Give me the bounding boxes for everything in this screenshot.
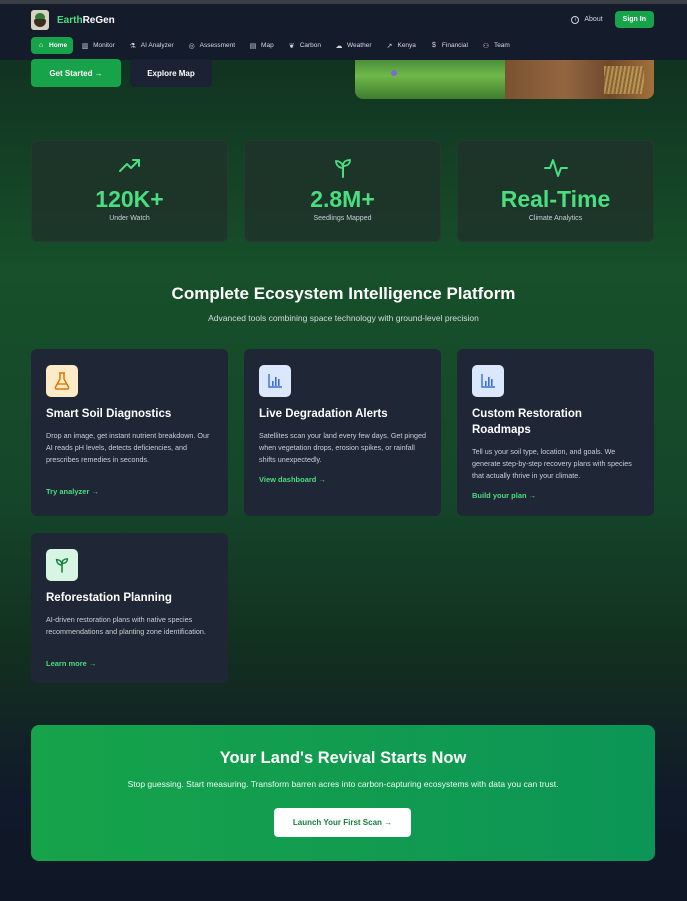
tab-map[interactable]: ▤ Map xyxy=(243,37,280,54)
explore-map-button[interactable]: Explore Map xyxy=(130,59,212,87)
stat-label: Under Watch xyxy=(109,215,150,222)
flask-icon xyxy=(46,365,78,397)
sign-in-button[interactable]: Sign In xyxy=(614,11,654,28)
tab-label: Assessment xyxy=(199,42,236,49)
top-navigation: EarthReGen i About Sign In ⌂ Home ▥ Monito… xyxy=(0,4,687,60)
tab-carbon[interactable]: ❦ Carbon xyxy=(282,37,327,54)
brand-name-part2: ReGen xyxy=(82,14,115,26)
stat-card-climate-analytics: Real-Time Climate Analytics xyxy=(457,140,654,242)
trending-up-icon xyxy=(32,158,227,178)
hero-actions: Get Started → Explore Map xyxy=(31,59,212,87)
tab-kenya[interactable]: ↗ Kenya xyxy=(379,37,421,54)
stat-card-under-watch: 120K+ Under Watch xyxy=(31,140,228,242)
stat-label: Seedlings Mapped xyxy=(313,215,372,222)
feature-card-reforestation: Reforestation Planning AI-driven restora… xyxy=(31,533,228,683)
stat-value: 120K+ xyxy=(95,186,164,212)
hero-image-grass-vs-soil xyxy=(355,60,654,99)
stat-value: Real-Time xyxy=(500,186,611,212)
cloud-icon: ☁ xyxy=(335,42,343,50)
stat-card-seedlings: 2.8M+ Seedlings Mapped xyxy=(244,140,441,242)
tab-label: Carbon xyxy=(299,42,322,49)
cta-subtitle: Stop guessing. Start measuring. Transfor… xyxy=(127,779,559,789)
get-started-button[interactable]: Get Started → xyxy=(31,59,121,87)
brand-name: EarthReGen xyxy=(57,15,115,26)
cta-banner: Your Land's Revival Starts Now Stop gues… xyxy=(31,725,655,861)
feature-card-soil-diagnostics: Smart Soil Diagnostics Drop an image, ge… xyxy=(31,349,228,516)
build-your-plan-link[interactable]: Build your plan → xyxy=(472,491,536,500)
brand-name-part1: Earth xyxy=(57,14,83,26)
tab-label: Monitor xyxy=(93,42,115,49)
bar-chart-icon xyxy=(259,365,291,397)
stat-label: Climate Analytics xyxy=(528,215,583,222)
about-link[interactable]: i About xyxy=(571,15,603,24)
users-icon: ⚇ xyxy=(482,42,490,50)
card-title: Reforestation Planning xyxy=(46,592,172,604)
tab-label: Home xyxy=(49,42,68,49)
sprout-icon xyxy=(46,549,78,581)
feature-card-restoration-roadmaps: Custom Restoration Roadmaps Tell us your… xyxy=(457,349,654,516)
card-title: Custom Restoration Roadmaps xyxy=(472,408,582,436)
tab-home[interactable]: ⌂ Home xyxy=(31,37,74,54)
tab-label: Financial xyxy=(441,42,468,49)
tab-label: Team xyxy=(493,42,510,49)
healthy-grass-image xyxy=(355,60,505,99)
about-label: About xyxy=(584,16,603,23)
tab-label: Kenya xyxy=(397,42,416,49)
tab-label: Map xyxy=(261,42,274,49)
view-dashboard-link[interactable]: View dashboard → xyxy=(259,475,326,484)
learn-more-link[interactable]: Learn more → xyxy=(46,659,96,668)
brand-logo xyxy=(31,10,49,30)
features-subtitle: Advanced tools combining space technolog… xyxy=(208,313,479,323)
card-description: Satellites scan your land every few days… xyxy=(259,431,427,464)
tab-label: Weather xyxy=(347,42,372,49)
tab-label: AI Analyzer xyxy=(140,42,174,49)
map-icon: ▤ xyxy=(249,42,257,50)
features-title: Complete Ecosystem Intelligence Platform xyxy=(171,284,516,303)
tab-monitor[interactable]: ▥ Monitor xyxy=(75,37,121,54)
bar-chart-icon: ▥ xyxy=(81,42,89,50)
trend-icon: ↗ xyxy=(386,42,393,50)
tab-weather[interactable]: ☁ Weather xyxy=(329,37,377,54)
cta-title: Your Land's Revival Starts Now xyxy=(219,749,467,767)
launch-scan-button[interactable]: Launch Your First Scan → xyxy=(274,808,411,837)
card-description: AI-driven restoration plans with native … xyxy=(46,615,206,636)
try-analyzer-link[interactable]: Try analyzer → xyxy=(46,487,99,496)
tab-team[interactable]: ⚇ Team xyxy=(476,37,516,54)
nav-actions: i About Sign In xyxy=(571,11,654,28)
stat-value: 2.8M+ xyxy=(310,186,375,212)
tab-ai-analyzer[interactable]: ⚗ AI Analyzer xyxy=(123,37,180,54)
check-circle-icon: ◎ xyxy=(188,42,195,50)
brand[interactable]: EarthReGen xyxy=(31,10,115,30)
card-title: Live Degradation Alerts xyxy=(259,408,388,420)
tab-financial[interactable]: $ Financial xyxy=(424,37,474,54)
card-description: Tell us your soil type, location, and go… xyxy=(472,447,632,480)
dollar-icon: $ xyxy=(431,42,436,49)
info-icon: i xyxy=(571,15,580,24)
bar-chart-icon xyxy=(472,365,504,397)
tab-assessment[interactable]: ◎ Assessment xyxy=(182,37,241,54)
home-icon: ⌂ xyxy=(38,42,44,49)
activity-icon xyxy=(458,158,653,178)
sprout-icon xyxy=(245,158,440,178)
flask-icon: ⚗ xyxy=(129,42,136,50)
card-title: Smart Soil Diagnostics xyxy=(46,408,172,420)
card-description: Drop an image, get instant nutrient brea… xyxy=(46,431,210,464)
feature-card-degradation-alerts: Live Degradation Alerts Satellites scan … xyxy=(244,349,441,516)
nav-tabs: ⌂ Home ▥ Monitor ⚗ AI Analyzer ◎ Assessment … xyxy=(31,37,516,54)
leaf-icon: ❦ xyxy=(288,42,295,50)
degraded-soil-image xyxy=(505,60,654,99)
